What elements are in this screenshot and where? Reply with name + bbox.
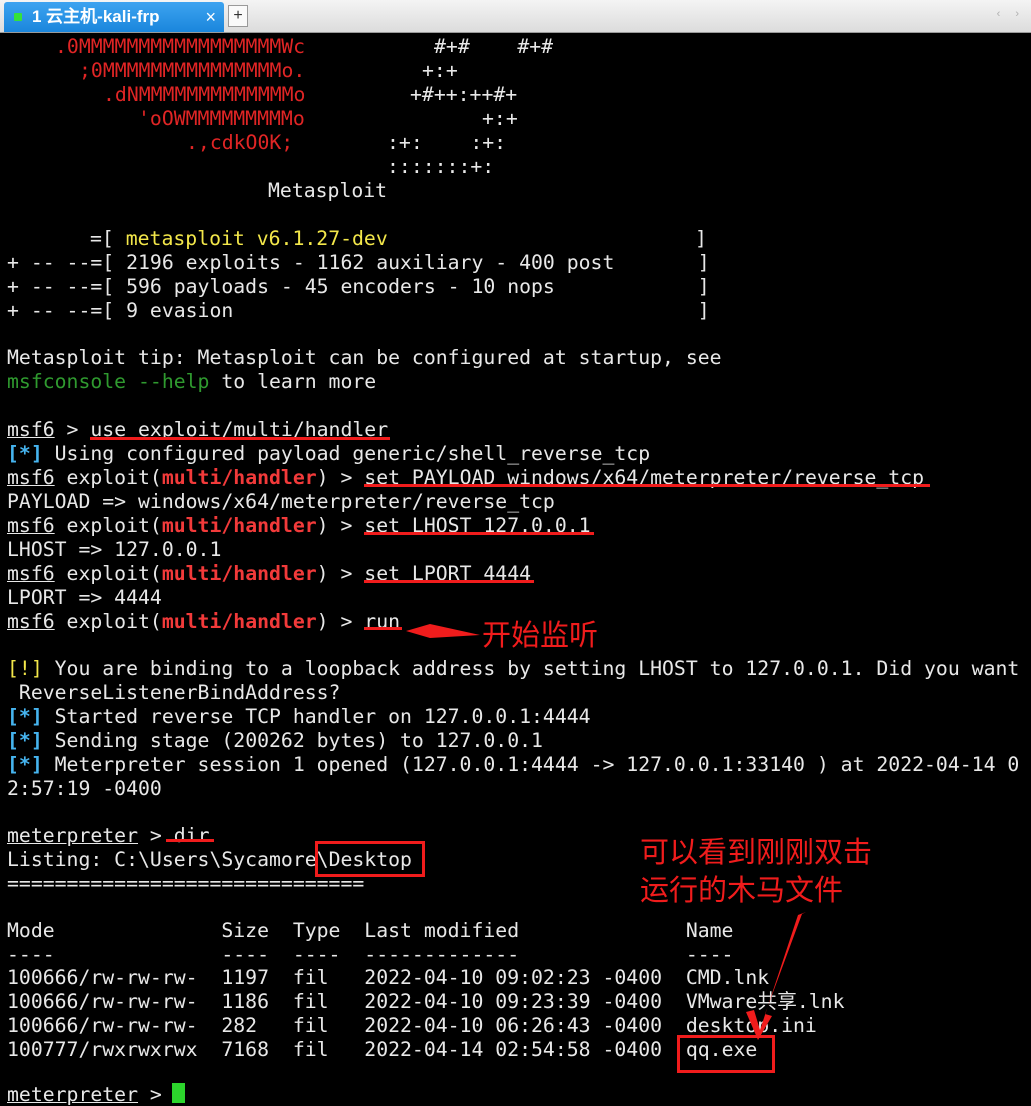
annotation-start-listening: 开始监听: [482, 618, 599, 652]
annotation-trojan-file: 运行的木马文件: [640, 873, 844, 907]
annotation-trojan-file: 可以看到刚刚双击: [640, 835, 873, 869]
arrow-to-run: [406, 624, 480, 638]
arrow-to-exe: [746, 912, 806, 1040]
annotation-arrows: [406, 624, 806, 1040]
